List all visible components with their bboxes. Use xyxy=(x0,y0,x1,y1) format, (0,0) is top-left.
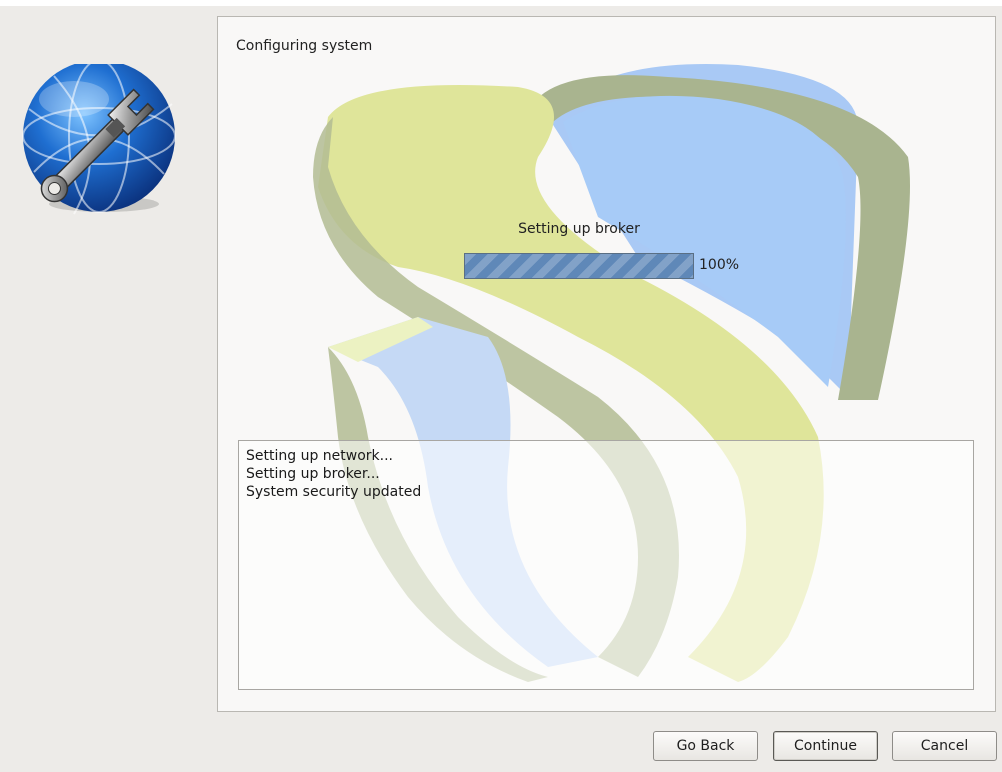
log-output[interactable]: Setting up network... Setting up broker.… xyxy=(238,440,974,690)
globe-wrench-icon xyxy=(14,59,184,224)
progress-bar xyxy=(464,253,694,279)
page-title: Configuring system xyxy=(236,38,373,54)
continue-button[interactable]: Continue xyxy=(773,731,878,761)
log-line: Setting up network... xyxy=(246,448,393,464)
log-line: System security updated xyxy=(246,484,422,500)
go-back-button[interactable]: Go Back xyxy=(653,731,758,761)
progress-label: Setting up broker xyxy=(518,221,640,237)
content-panel: Configuring system Setting up broker 100… xyxy=(217,16,996,712)
progress-percent: 100% xyxy=(699,257,740,273)
log-line: Setting up broker... xyxy=(246,466,380,482)
title-strip xyxy=(0,0,1002,6)
cancel-button[interactable]: Cancel xyxy=(892,731,997,761)
progress-fill xyxy=(465,254,693,278)
